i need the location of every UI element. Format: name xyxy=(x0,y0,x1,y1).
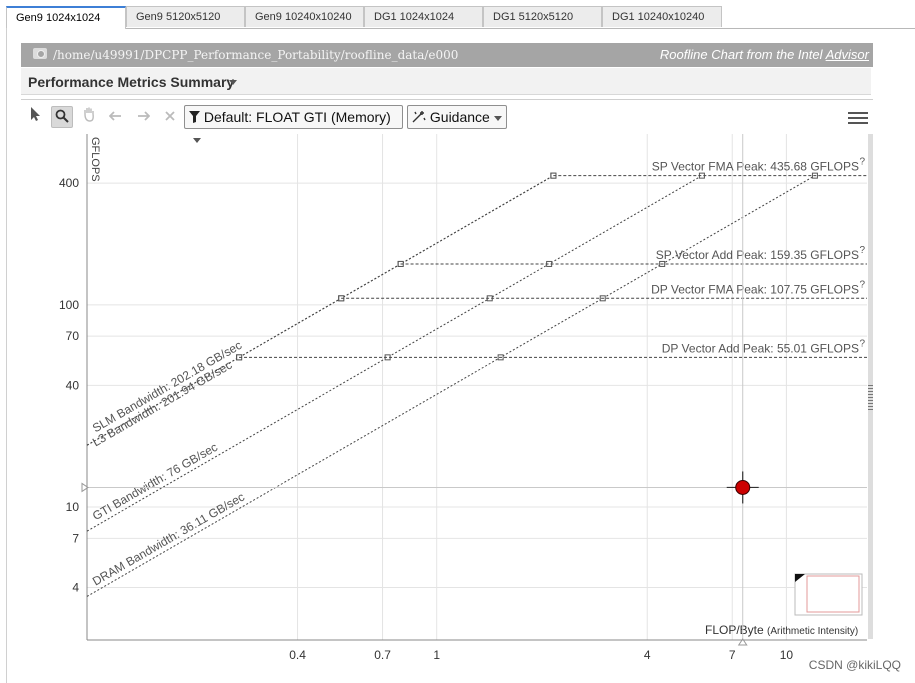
y-tick-label: 40 xyxy=(66,378,80,392)
memory-roof-label: SLM Bandwidth: 202.18 GB/sec xyxy=(90,338,244,435)
memory-roof-label: L3 Bandwidth: 201.94 GB/sec xyxy=(90,358,234,450)
y-tick-label: 400 xyxy=(59,176,79,190)
compute-roof-label: DP Vector Add Peak: 55.01 GFLOPS xyxy=(662,341,859,355)
x-tick-label: 1 xyxy=(433,648,440,662)
y-tick-label: 100 xyxy=(59,298,79,312)
x-tick-label: 4 xyxy=(644,648,651,662)
minimap-frame[interactable] xyxy=(794,573,863,616)
memory-roof-label: GTI Bandwidth: 76 GB/sec xyxy=(90,440,220,523)
data-points[interactable] xyxy=(726,471,759,504)
compute-roof-label: DP Vector FMA Peak: 107.75 GFLOPS xyxy=(651,282,859,296)
minimap[interactable] xyxy=(794,573,863,616)
x-tick-label: 10 xyxy=(780,648,794,662)
roofline-chart[interactable]: SLM Bandwidth: 202.18 GB/secL3 Bandwidth… xyxy=(0,0,915,683)
y-tick-label: 70 xyxy=(66,329,80,343)
help-icon: ? xyxy=(859,157,865,168)
x-tick-label: 7 xyxy=(729,648,736,662)
y-tick-label: 4 xyxy=(72,581,79,595)
y-tick-label: 7 xyxy=(72,531,79,545)
help-icon: ? xyxy=(859,245,865,256)
watermark: CSDN @kikiLQQ xyxy=(808,658,901,672)
y-axis-title: GFLOPS xyxy=(89,137,101,182)
loop-data-point[interactable] xyxy=(735,479,751,495)
x-tick-label: 0.4 xyxy=(289,648,306,662)
x-axis-suffix: (Arithmetic Intensity) xyxy=(767,626,858,637)
compute-roof-label: SP Vector FMA Peak: 435.68 GFLOPS xyxy=(652,160,859,174)
roof-labels: SLM Bandwidth: 202.18 GB/secL3 Bandwidth… xyxy=(90,157,865,589)
help-icon: ? xyxy=(859,338,865,349)
help-icon: ? xyxy=(859,279,865,290)
memory-roof-line xyxy=(86,175,703,532)
x-axis-unit: FLOP/Byte xyxy=(705,623,764,637)
x-tick-label: 0.7 xyxy=(374,648,391,662)
y-tick-label: 10 xyxy=(66,500,80,514)
x-axis-title: FLOP/Byte (Arithmetic Intensity) xyxy=(705,623,858,637)
scroll-grip[interactable] xyxy=(868,385,873,412)
compute-roof-label: SP Vector Add Peak: 159.35 GFLOPS xyxy=(656,248,859,262)
